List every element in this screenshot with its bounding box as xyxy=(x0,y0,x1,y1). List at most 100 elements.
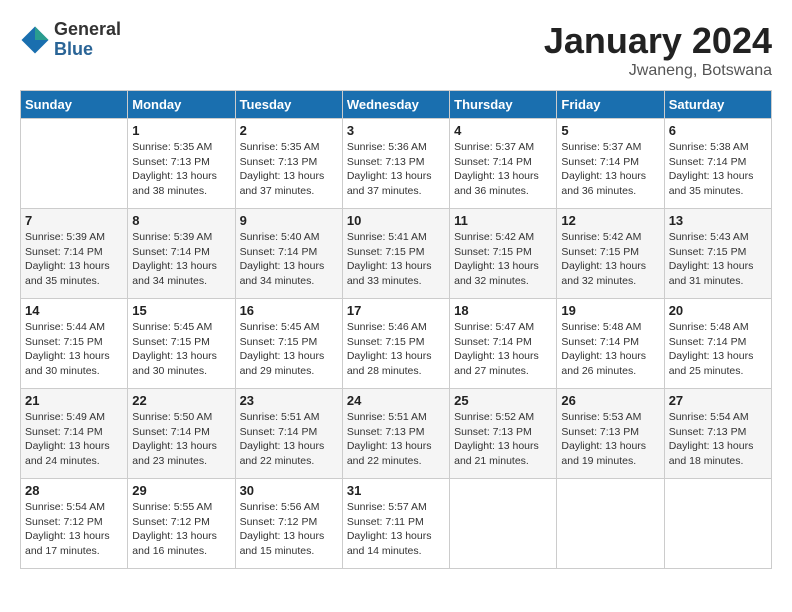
day-info: Sunrise: 5:51 AMSunset: 7:14 PMDaylight:… xyxy=(240,410,338,469)
calendar-cell: 6 Sunrise: 5:38 AMSunset: 7:14 PMDaylight… xyxy=(664,119,771,209)
calendar-week-row: 1 Sunrise: 5:35 AMSunset: 7:13 PMDaylight… xyxy=(21,119,772,209)
logo-text: General Blue xyxy=(54,20,121,60)
calendar-cell xyxy=(557,479,664,569)
day-number: 8 xyxy=(132,213,230,228)
day-info: Sunrise: 5:57 AMSunset: 7:11 PMDaylight:… xyxy=(347,500,445,559)
day-info: Sunrise: 5:43 AMSunset: 7:15 PMDaylight:… xyxy=(669,230,767,289)
calendar-cell: 11 Sunrise: 5:42 AMSunset: 7:15 PMDayligh… xyxy=(450,209,557,299)
calendar-cell: 13 Sunrise: 5:43 AMSunset: 7:15 PMDayligh… xyxy=(664,209,771,299)
day-number: 13 xyxy=(669,213,767,228)
day-number: 16 xyxy=(240,303,338,318)
month-title: January 2024 xyxy=(544,20,772,62)
calendar-cell: 4Sunrise: 5:37 AMSunset: 7:14 PMDaylight… xyxy=(450,119,557,209)
day-number: 6 xyxy=(669,123,767,138)
calendar-cell: 15 Sunrise: 5:45 AMSunset: 7:15 PMDayligh… xyxy=(128,299,235,389)
calendar-cell xyxy=(450,479,557,569)
day-info: Sunrise: 5:35 AMSunset: 7:13 PMDaylight:… xyxy=(132,140,230,199)
calendar-cell: 3 Sunrise: 5:36 AMSunset: 7:13 PMDaylight… xyxy=(342,119,449,209)
calendar-cell: 23 Sunrise: 5:51 AMSunset: 7:14 PMDayligh… xyxy=(235,389,342,479)
day-number: 19 xyxy=(561,303,659,318)
day-number: 22 xyxy=(132,393,230,408)
day-number: 24 xyxy=(347,393,445,408)
calendar-cell: 21 Sunrise: 5:49 AMSunset: 7:14 PMDayligh… xyxy=(21,389,128,479)
day-info: Sunrise: 5:49 AMSunset: 7:14 PMDaylight:… xyxy=(25,410,123,469)
location: Jwaneng, Botswana xyxy=(544,62,772,80)
day-info: Sunrise: 5:44 AMSunset: 7:15 PMDaylight:… xyxy=(25,320,123,379)
calendar-week-row: 7 Sunrise: 5:39 AMSunset: 7:14 PMDaylight… xyxy=(21,209,772,299)
day-number: 9 xyxy=(240,213,338,228)
day-info: Sunrise: 5:36 AMSunset: 7:13 PMDaylight:… xyxy=(347,140,445,199)
day-number: 21 xyxy=(25,393,123,408)
day-info: Sunrise: 5:54 AMSunset: 7:12 PMDaylight:… xyxy=(25,500,123,559)
calendar-cell: 14Sunrise: 5:44 AMSunset: 7:15 PMDayligh… xyxy=(21,299,128,389)
day-number: 10 xyxy=(347,213,445,228)
calendar-cell: 2 Sunrise: 5:35 AMSunset: 7:13 PMDaylight… xyxy=(235,119,342,209)
day-number: 31 xyxy=(347,483,445,498)
calendar-cell: 1 Sunrise: 5:35 AMSunset: 7:13 PMDaylight… xyxy=(128,119,235,209)
calendar-cell: 17 Sunrise: 5:46 AMSunset: 7:15 PMDayligh… xyxy=(342,299,449,389)
day-info: Sunrise: 5:45 AMSunset: 7:15 PMDaylight:… xyxy=(132,320,230,379)
day-number: 26 xyxy=(561,393,659,408)
weekday-header: Sunday xyxy=(21,91,128,119)
day-info: Sunrise: 5:56 AMSunset: 7:12 PMDaylight:… xyxy=(240,500,338,559)
day-number: 20 xyxy=(669,303,767,318)
calendar-cell xyxy=(664,479,771,569)
day-info: Sunrise: 5:54 AMSunset: 7:13 PMDaylight:… xyxy=(669,410,767,469)
day-info: Sunrise: 5:40 AMSunset: 7:14 PMDaylight:… xyxy=(240,230,338,289)
day-number: 5 xyxy=(561,123,659,138)
weekday-header: Tuesday xyxy=(235,91,342,119)
day-info: Sunrise: 5:55 AMSunset: 7:12 PMDaylight:… xyxy=(132,500,230,559)
day-info: Sunrise: 5:37 AMSunset: 7:14 PMDaylight:… xyxy=(561,140,659,199)
day-number: 2 xyxy=(240,123,338,138)
calendar-week-row: 21 Sunrise: 5:49 AMSunset: 7:14 PMDayligh… xyxy=(21,389,772,479)
day-number: 30 xyxy=(240,483,338,498)
calendar-table: SundayMondayTuesdayWednesdayThursdayFrid… xyxy=(20,90,772,569)
day-number: 1 xyxy=(132,123,230,138)
day-info: Sunrise: 5:35 AMSunset: 7:13 PMDaylight:… xyxy=(240,140,338,199)
calendar-cell: 26Sunrise: 5:53 AMSunset: 7:13 PMDayligh… xyxy=(557,389,664,479)
calendar-cell: 29 Sunrise: 5:55 AMSunset: 7:12 PMDayligh… xyxy=(128,479,235,569)
calendar-cell: 22 Sunrise: 5:50 AMSunset: 7:14 PMDayligh… xyxy=(128,389,235,479)
calendar-cell: 20 Sunrise: 5:48 AMSunset: 7:14 PMDayligh… xyxy=(664,299,771,389)
weekday-header: Wednesday xyxy=(342,91,449,119)
logo-general: General xyxy=(54,20,121,40)
calendar-cell: 31 Sunrise: 5:57 AMSunset: 7:11 PMDayligh… xyxy=(342,479,449,569)
logo-blue: Blue xyxy=(54,40,121,60)
day-number: 7 xyxy=(25,213,123,228)
calendar-cell: 18 Sunrise: 5:47 AMSunset: 7:14 PMDayligh… xyxy=(450,299,557,389)
logo-icon xyxy=(20,25,50,55)
day-number: 18 xyxy=(454,303,552,318)
day-number: 3 xyxy=(347,123,445,138)
day-info: Sunrise: 5:41 AMSunset: 7:15 PMDaylight:… xyxy=(347,230,445,289)
calendar-cell: 30 Sunrise: 5:56 AMSunset: 7:12 PMDayligh… xyxy=(235,479,342,569)
day-number: 23 xyxy=(240,393,338,408)
calendar-cell: 12Sunrise: 5:42 AMSunset: 7:15 PMDayligh… xyxy=(557,209,664,299)
day-number: 11 xyxy=(454,213,552,228)
day-number: 4 xyxy=(454,123,552,138)
day-info: Sunrise: 5:50 AMSunset: 7:14 PMDaylight:… xyxy=(132,410,230,469)
day-info: Sunrise: 5:38 AMSunset: 7:14 PMDaylight:… xyxy=(669,140,767,199)
calendar-week-row: 14Sunrise: 5:44 AMSunset: 7:15 PMDayligh… xyxy=(21,299,772,389)
day-info: Sunrise: 5:45 AMSunset: 7:15 PMDaylight:… xyxy=(240,320,338,379)
logo: General Blue xyxy=(20,20,121,60)
calendar-cell xyxy=(21,119,128,209)
day-number: 17 xyxy=(347,303,445,318)
day-number: 27 xyxy=(669,393,767,408)
calendar-cell: 7 Sunrise: 5:39 AMSunset: 7:14 PMDaylight… xyxy=(21,209,128,299)
day-info: Sunrise: 5:52 AMSunset: 7:13 PMDaylight:… xyxy=(454,410,552,469)
calendar-cell: 16 Sunrise: 5:45 AMSunset: 7:15 PMDayligh… xyxy=(235,299,342,389)
day-info: Sunrise: 5:39 AMSunset: 7:14 PMDaylight:… xyxy=(25,230,123,289)
day-info: Sunrise: 5:42 AMSunset: 7:15 PMDaylight:… xyxy=(454,230,552,289)
day-info: Sunrise: 5:39 AMSunset: 7:14 PMDaylight:… xyxy=(132,230,230,289)
day-info: Sunrise: 5:42 AMSunset: 7:15 PMDaylight:… xyxy=(561,230,659,289)
day-number: 29 xyxy=(132,483,230,498)
calendar-cell: 10 Sunrise: 5:41 AMSunset: 7:15 PMDayligh… xyxy=(342,209,449,299)
page-header: General Blue January 2024 Jwaneng, Botsw… xyxy=(20,20,772,80)
calendar-cell: 24Sunrise: 5:51 AMSunset: 7:13 PMDayligh… xyxy=(342,389,449,479)
calendar-cell: 9 Sunrise: 5:40 AMSunset: 7:14 PMDaylight… xyxy=(235,209,342,299)
day-info: Sunrise: 5:47 AMSunset: 7:14 PMDaylight:… xyxy=(454,320,552,379)
day-info: Sunrise: 5:48 AMSunset: 7:14 PMDaylight:… xyxy=(669,320,767,379)
day-number: 15 xyxy=(132,303,230,318)
weekday-header: Friday xyxy=(557,91,664,119)
day-info: Sunrise: 5:46 AMSunset: 7:15 PMDaylight:… xyxy=(347,320,445,379)
